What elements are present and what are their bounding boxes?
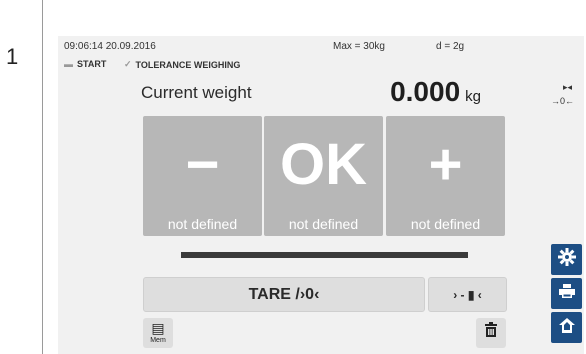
scale-icon: ▬ (64, 59, 73, 69)
trash-icon (484, 322, 498, 341)
zero-indicator: →0← (550, 96, 574, 106)
gear-icon (557, 248, 576, 271)
tolerance-minus-button[interactable]: − not defined (143, 116, 262, 236)
printer-icon (558, 284, 575, 303)
checkmark-icon: ✓ (124, 59, 132, 69)
delete-button[interactable] (476, 318, 506, 348)
tolerance-ok-button[interactable]: OK not defined (264, 116, 383, 236)
breadcrumb-application[interactable]: ✓ TOLERANCE WEIGHING (124, 59, 240, 70)
tare-button[interactable]: TARE /›0‹ (143, 277, 425, 312)
step-number: 1 (6, 44, 19, 69)
weight-value: 0.000 (390, 76, 461, 107)
print-button[interactable] (551, 278, 582, 309)
max-capacity: Max = 30kg (333, 41, 385, 52)
breadcrumb-application-label: TOLERANCE WEIGHING (135, 59, 241, 70)
level-zero-button[interactable]: › - ▮ ‹ (428, 277, 507, 312)
weight-label: Current weight (141, 83, 252, 102)
memory-button[interactable]: ▤ Mem (143, 318, 173, 348)
readability: d = 2g (436, 41, 465, 52)
ok-symbol: OK (280, 132, 367, 197)
tolerance-minus-label: not defined (167, 216, 238, 232)
weight-progress-bar (181, 252, 468, 258)
tolerance-ok-label: not defined (288, 216, 359, 232)
plus-symbol: + (428, 132, 463, 197)
settings-button[interactable] (551, 244, 582, 275)
datetime-readout: 09:06:14 20.09.2016 (64, 41, 156, 52)
tolerance-plus-button[interactable]: + not defined (386, 116, 505, 236)
weight-unit: kg (465, 88, 481, 105)
weight-display: 0.000 kg (390, 76, 481, 108)
stability-indicator: ▸◂ (562, 82, 572, 92)
manual-page: 1 09:06:14 20.09.2016 Max = 30kg d = 2g … (0, 0, 586, 354)
tolerance-plus-label: not defined (410, 216, 481, 232)
breadcrumb-start[interactable]: ▬ START (64, 59, 106, 69)
memory-icon: ▤ (151, 320, 165, 336)
breadcrumb-start-label: START (77, 59, 107, 69)
home-button[interactable] (551, 312, 582, 343)
home-icon (558, 317, 575, 338)
terminal-screen: 09:06:14 20.09.2016 Max = 30kg d = 2g ▬ … (58, 36, 584, 354)
memory-label: Mem (150, 337, 166, 344)
margin-rule (42, 0, 43, 354)
minus-symbol: − (185, 132, 220, 197)
